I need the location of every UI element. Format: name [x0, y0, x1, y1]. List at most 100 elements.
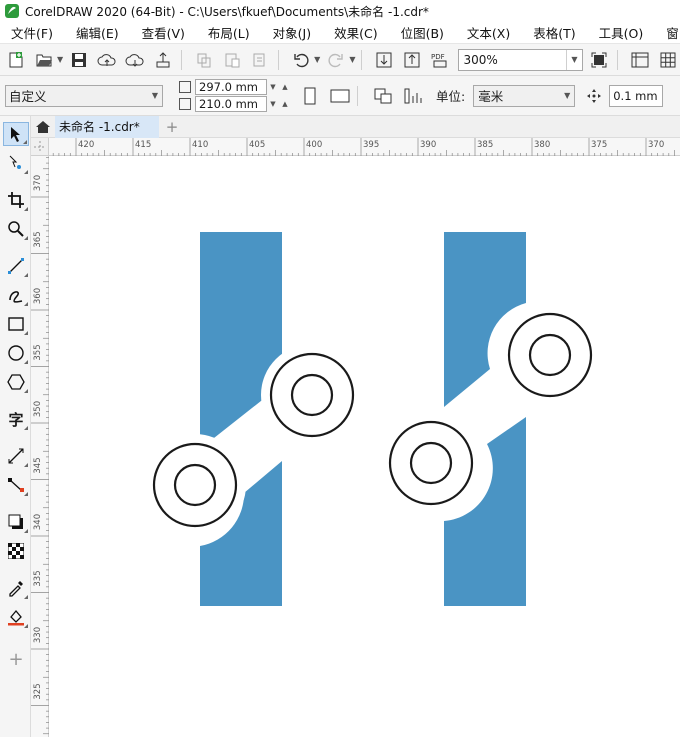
- artistic-media-tool[interactable]: [3, 283, 29, 307]
- eyedropper-tool[interactable]: [3, 576, 29, 600]
- page-preset-dropdown[interactable]: 自定义 ▼: [5, 84, 163, 107]
- welcome-screen-button[interactable]: [33, 117, 53, 137]
- drop-shadow-tool[interactable]: [3, 510, 29, 534]
- ruler-label: 340: [33, 514, 43, 530]
- chevron-down-icon[interactable]: ▼: [560, 91, 574, 100]
- height-spinner[interactable]: ▼: [267, 100, 279, 108]
- copy-button[interactable]: [192, 48, 216, 72]
- dimension-line-icon: [8, 448, 24, 464]
- document-tab[interactable]: 未命名 -1.cdr*: [55, 115, 159, 138]
- transparency-tool[interactable]: [3, 539, 29, 563]
- cloud-upload-button[interactable]: [95, 48, 119, 72]
- menu-effects[interactable]: 效果(C): [334, 23, 377, 42]
- redo-caret[interactable]: ▼: [349, 55, 355, 64]
- portrait-button[interactable]: [299, 85, 321, 107]
- zoom-tool[interactable]: [3, 217, 29, 241]
- ruler-label: 345: [33, 457, 43, 473]
- open-recent-caret[interactable]: ▼: [57, 55, 63, 64]
- import-button[interactable]: [372, 48, 396, 72]
- save-button[interactable]: [67, 48, 91, 72]
- full-screen-preview-button[interactable]: [587, 48, 611, 72]
- ruler-label: 385: [477, 140, 493, 150]
- flyout-indicator: [24, 595, 28, 599]
- zoom-level-dropdown[interactable]: 300% ▼: [458, 48, 583, 71]
- toolbar-separator: [181, 49, 183, 70]
- publish-pdf-button[interactable]: PDF: [428, 48, 452, 72]
- all-pages-button[interactable]: [372, 85, 394, 107]
- publish-button[interactable]: [151, 48, 175, 72]
- pdf-label: PDF: [431, 53, 445, 61]
- fill-bucket-icon: [8, 609, 24, 626]
- menu-view[interactable]: 查看(V): [142, 23, 185, 42]
- cut-button[interactable]: [248, 48, 272, 72]
- cloud-upload-icon: [97, 53, 116, 66]
- menu-tools[interactable]: 工具(O): [599, 23, 644, 42]
- new-tab-button[interactable]: +: [163, 118, 181, 136]
- new-document-button[interactable]: [4, 48, 28, 72]
- freehand-tool[interactable]: [3, 254, 29, 278]
- ruler-origin[interactable]: [31, 138, 49, 156]
- paste-button[interactable]: [220, 48, 244, 72]
- show-rulers-button[interactable]: [628, 48, 652, 72]
- flyout-indicator: [24, 302, 28, 306]
- ruler-label: 400: [306, 140, 322, 150]
- undo-button[interactable]: [289, 48, 313, 72]
- height-spinner-up[interactable]: ▲: [279, 100, 291, 108]
- circle-knockout: [380, 412, 482, 514]
- right-blue-bar-group[interactable]: [380, 232, 601, 606]
- polygon-tool[interactable]: [3, 370, 29, 394]
- current-page-icon: [404, 88, 422, 103]
- unit-dropdown[interactable]: 毫米 ▼: [473, 84, 576, 107]
- cloud-download-button[interactable]: [123, 48, 147, 72]
- page-preset-value[interactable]: 自定义: [6, 86, 148, 105]
- menu-bitmaps[interactable]: 位图(B): [401, 23, 444, 42]
- ruler-label: 365: [33, 231, 43, 247]
- interactive-fill-tool[interactable]: [3, 605, 29, 629]
- add-tool-button[interactable]: +: [3, 647, 29, 671]
- shape-node-icon: [9, 155, 21, 169]
- nudge-distance-field[interactable]: 0.1 mm: [609, 84, 664, 107]
- chevron-down-icon[interactable]: ▼: [148, 91, 162, 100]
- menu-file[interactable]: 文件(F): [11, 23, 53, 42]
- open-button[interactable]: [32, 48, 56, 72]
- ruler-label: 370: [33, 175, 43, 191]
- redo-icon: [328, 53, 344, 67]
- unit-value[interactable]: 毫米: [474, 86, 560, 105]
- horizontal-ruler[interactable]: 420 415 410 405 400 395 390 385 380 375 370: [49, 138, 680, 156]
- menu-text[interactable]: 文本(X): [467, 23, 510, 42]
- menu-object[interactable]: 对象(J): [273, 23, 311, 42]
- crop-tool[interactable]: [3, 188, 29, 212]
- menu-table[interactable]: 表格(T): [533, 23, 575, 42]
- pick-tool[interactable]: [3, 122, 29, 146]
- menu-edit[interactable]: 编辑(E): [76, 23, 119, 42]
- width-spinner[interactable]: ▼: [267, 83, 279, 91]
- menu-layout[interactable]: 布局(L): [208, 23, 250, 42]
- ruler-label: 325: [33, 683, 43, 699]
- paste-icon: [225, 53, 240, 67]
- vertical-ruler[interactable]: 370 365 360 355 350 345 340 335 330 325: [31, 156, 49, 737]
- text-tool[interactable]: 字: [3, 407, 29, 431]
- drawing-canvas[interactable]: [49, 156, 680, 737]
- connector-tool[interactable]: [3, 473, 29, 497]
- zoom-level-value[interactable]: 300%: [459, 53, 566, 67]
- rectangle-tool[interactable]: [3, 312, 29, 336]
- chevron-down-icon[interactable]: ▼: [566, 49, 582, 70]
- dimension-tool[interactable]: [3, 444, 29, 468]
- export-button[interactable]: [400, 48, 424, 72]
- undo-caret[interactable]: ▼: [314, 55, 320, 64]
- text-tool-glyph: 字: [8, 410, 24, 429]
- shape-tool[interactable]: [3, 151, 29, 175]
- landscape-button[interactable]: [329, 85, 351, 107]
- page-height-field[interactable]: 210.0 mm: [195, 96, 267, 112]
- redo-button[interactable]: [324, 48, 348, 72]
- menu-window[interactable]: 窗口: [666, 23, 680, 42]
- ellipse-tool[interactable]: [3, 341, 29, 365]
- document-tab-title: 未命名 -1.cdr*: [59, 120, 140, 134]
- width-spinner-up[interactable]: ▲: [279, 83, 291, 91]
- flyout-indicator: [24, 331, 28, 335]
- left-blue-bar-group[interactable]: [144, 232, 363, 606]
- circle-knockout: [499, 304, 601, 406]
- page-width-field[interactable]: 297.0 mm: [195, 79, 267, 95]
- show-grid-button[interactable]: [656, 48, 680, 72]
- current-page-button[interactable]: [402, 85, 424, 107]
